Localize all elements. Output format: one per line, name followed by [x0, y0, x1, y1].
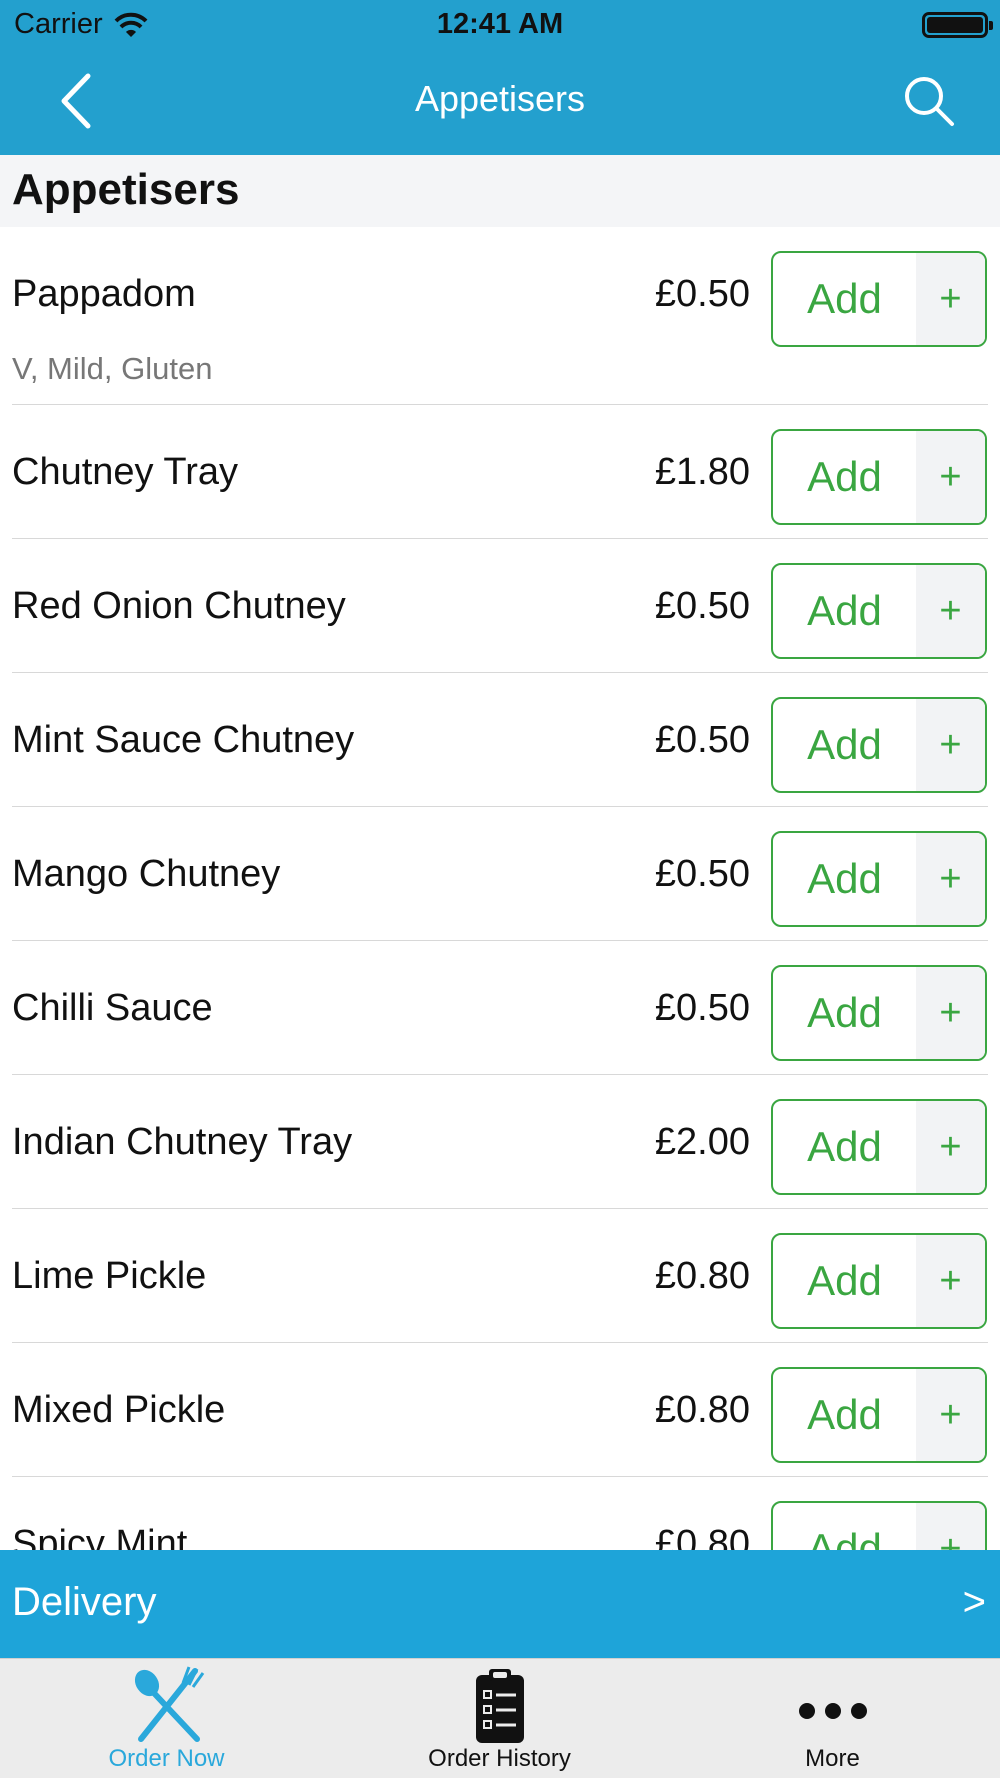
tab-order-now[interactable]: Order Now — [0, 1659, 333, 1778]
list-item: Mint Sauce Chutney £0.50 Add + — [0, 673, 1000, 807]
tab-more[interactable]: More — [666, 1659, 999, 1778]
list-item: Pappadom V, Mild, Gluten £0.50 Add + — [0, 227, 1000, 405]
list-item: Lime Pickle £0.80 Add + — [0, 1209, 1000, 1343]
search-button[interactable] — [896, 68, 962, 134]
item-price: £0.50 — [654, 585, 750, 627]
add-label: Add — [807, 275, 882, 322]
plus-icon: + — [916, 833, 985, 925]
list-item: Red Onion Chutney £0.50 Add + — [0, 539, 1000, 673]
add-button[interactable]: Add + — [771, 1501, 987, 1550]
nav-bar: Appetisers — [0, 50, 1000, 155]
item-price: £0.50 — [654, 987, 750, 1029]
add-label: Add — [807, 453, 882, 500]
add-label: Add — [807, 721, 882, 768]
add-button[interactable]: Add + — [771, 1233, 987, 1329]
battery-icon — [922, 12, 993, 38]
item-price: £0.50 — [654, 273, 750, 315]
tab-label: Order Now — [108, 1745, 225, 1772]
chevron-right-icon: > — [962, 1580, 986, 1624]
list-item: Mixed Pickle £0.80 Add + — [0, 1343, 1000, 1477]
add-button[interactable]: Add + — [771, 831, 987, 927]
tab-bar: Order Now Order History More — [0, 1658, 1000, 1778]
item-price: £2.00 — [654, 1121, 750, 1163]
delivery-bar[interactable]: Delivery > — [0, 1550, 1000, 1658]
item-name: Mixed Pickle — [12, 1389, 226, 1431]
plus-icon: + — [916, 699, 985, 791]
add-button[interactable]: Add + — [771, 1367, 987, 1463]
list-item: Mango Chutney £0.50 Add + — [0, 807, 1000, 941]
tab-label: Order History — [428, 1745, 571, 1772]
item-price: £0.80 — [654, 1523, 750, 1550]
page-title: Appetisers — [414, 78, 586, 119]
tab-label: More — [805, 1745, 860, 1772]
app-header: Carrier 12:41 AM Appetisers — [0, 0, 1000, 155]
add-label: Add — [807, 1391, 882, 1438]
list-item: Indian Chutney Tray £2.00 Add + — [0, 1075, 1000, 1209]
plus-icon: + — [916, 1503, 985, 1550]
item-price: £0.80 — [654, 1255, 750, 1297]
add-button[interactable]: Add + — [771, 1099, 987, 1195]
plus-icon: + — [916, 967, 985, 1059]
list-item: Spicy Mint £0.80 Add + — [0, 1477, 1000, 1550]
menu-item-list[interactable]: Pappadom V, Mild, Gluten £0.50 Add + Chu… — [0, 227, 1000, 1550]
item-name: Spicy Mint — [12, 1523, 188, 1550]
item-name: Pappadom — [12, 273, 196, 315]
item-price: £1.80 — [654, 451, 750, 493]
item-name: Mint Sauce Chutney — [12, 719, 355, 761]
list-item: Chilli Sauce £0.50 Add + — [0, 941, 1000, 1075]
item-description: V, Mild, Gluten — [12, 351, 213, 386]
item-name: Indian Chutney Tray — [12, 1121, 353, 1163]
status-time: 12:41 AM — [436, 8, 564, 40]
fork-spoon-icon — [134, 1666, 204, 1742]
tab-order-history[interactable]: Order History — [333, 1659, 666, 1778]
plus-icon: + — [916, 1369, 985, 1461]
section-title: Appetisers — [12, 165, 240, 214]
item-price: £0.80 — [654, 1389, 750, 1431]
list-item: Chutney Tray £1.80 Add + — [0, 405, 1000, 539]
add-button[interactable]: Add + — [771, 965, 987, 1061]
clipboard-list-icon — [475, 1669, 524, 1743]
add-button[interactable]: Add + — [771, 251, 987, 347]
add-label: Add — [807, 587, 882, 634]
plus-icon: + — [916, 565, 985, 657]
plus-icon: + — [916, 1235, 985, 1327]
add-label: Add — [807, 1257, 882, 1304]
status-bar: Carrier 12:41 AM — [0, 0, 1000, 50]
item-name: Mango Chutney — [12, 853, 281, 895]
more-dots-icon — [798, 1703, 867, 1719]
add-label: Add — [807, 989, 882, 1036]
add-label: Add — [807, 855, 882, 902]
plus-icon: + — [916, 431, 985, 523]
add-button[interactable]: Add + — [771, 429, 987, 525]
item-name: Lime Pickle — [12, 1255, 207, 1297]
item-price: £0.50 — [654, 719, 750, 761]
add-button[interactable]: Add + — [771, 563, 987, 659]
delivery-label: Delivery — [12, 1580, 157, 1624]
item-price: £0.50 — [654, 853, 750, 895]
item-name: Chutney Tray — [12, 451, 238, 493]
search-icon — [905, 77, 954, 126]
plus-icon: + — [916, 1101, 985, 1193]
add-label: Add — [807, 1525, 882, 1550]
plus-icon: + — [916, 253, 985, 345]
add-button[interactable]: Add + — [771, 697, 987, 793]
item-name: Red Onion Chutney — [12, 585, 346, 627]
section-header: Appetisers — [0, 155, 1000, 227]
add-label: Add — [807, 1123, 882, 1170]
item-name: Chilli Sauce — [12, 987, 213, 1029]
